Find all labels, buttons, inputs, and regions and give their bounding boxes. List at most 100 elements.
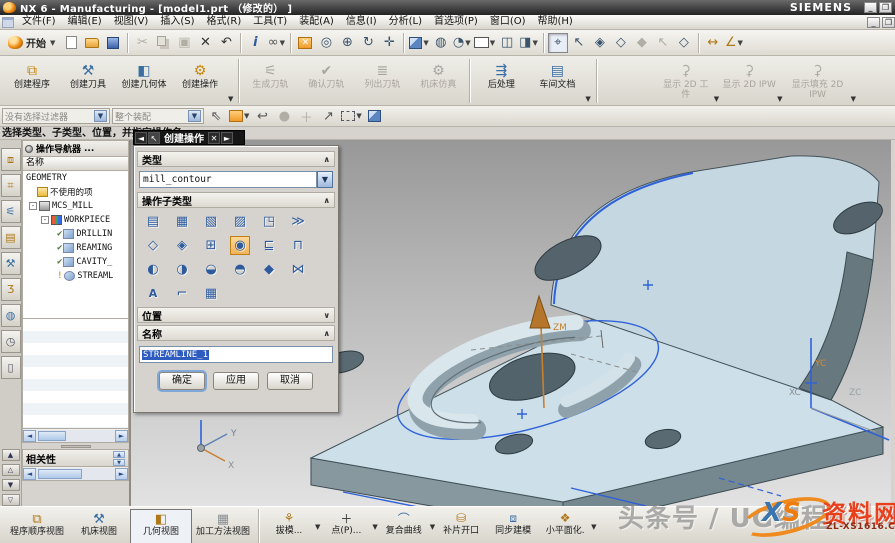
close-icon[interactable]: ✕ bbox=[208, 132, 220, 144]
scroll-up-icon[interactable]: ▲ bbox=[113, 451, 125, 458]
dependencies-header[interactable]: 相关性 ▲ ▼ bbox=[22, 449, 129, 467]
section-type[interactable]: 类型 ∧ bbox=[137, 151, 335, 167]
scroll-left-icon[interactable]: ◄ bbox=[23, 468, 36, 480]
navigator-header[interactable]: 操作导航器 ... bbox=[22, 140, 129, 157]
subtype-icon-r3c6[interactable]: ⋈ bbox=[288, 260, 308, 279]
verify-toolpath-button[interactable]: ✔ 确认刀轨 bbox=[298, 59, 354, 103]
tree-item-streamline[interactable]: ! STREAML bbox=[23, 269, 128, 283]
show-2d-workpiece-button[interactable]: ⚳ 显示 2D 工件 bbox=[658, 59, 714, 103]
cut-button[interactable]: ✂ bbox=[132, 33, 152, 53]
tree-item-cavity[interactable]: ✔ CAVITY_ bbox=[23, 255, 128, 269]
subtype-icon-r3c1[interactable]: ◐ bbox=[143, 260, 163, 279]
machine-simulation-button[interactable]: ⚙ 机床仿真 bbox=[410, 59, 466, 103]
internet-explorer-button[interactable]: ◍ bbox=[1, 304, 21, 327]
chevron-down-icon[interactable]: ▼ bbox=[585, 95, 590, 103]
menu-view[interactable]: 视图(V) bbox=[108, 15, 155, 29]
subtype-icon-r3c5[interactable]: ◆ bbox=[259, 260, 279, 279]
information-button[interactable]: i bbox=[245, 33, 265, 53]
scroll-thumb[interactable] bbox=[38, 469, 82, 479]
solid-select-button[interactable] bbox=[365, 106, 385, 126]
subtype-icon-r3c4[interactable]: ◓ bbox=[230, 260, 250, 279]
ok-button[interactable]: 确定 bbox=[159, 372, 205, 390]
undo-button[interactable]: ↶ bbox=[216, 33, 236, 53]
snap-intersect-button[interactable]: ◇ bbox=[674, 33, 694, 53]
patch-opening-button[interactable]: ⛁ 补片开口 bbox=[435, 509, 487, 543]
create-tool-button[interactable]: ⚒ 创建刀具 bbox=[60, 59, 116, 103]
scroll-thumb[interactable] bbox=[38, 431, 66, 441]
subtype-icon-r2c3[interactable]: ⊞ bbox=[201, 236, 221, 255]
paste-button[interactable]: ▣ bbox=[174, 33, 194, 53]
menu-edit[interactable]: 编辑(E) bbox=[62, 15, 108, 29]
scroll-down-icon[interactable]: ▼ bbox=[113, 459, 125, 466]
constraint-navigator-button[interactable]: ⌗ bbox=[1, 174, 21, 197]
chevron-down-icon[interactable]: ▼ bbox=[228, 95, 233, 103]
background-button[interactable]: ▼ bbox=[473, 33, 496, 53]
history-button[interactable]: ◷ bbox=[1, 330, 21, 353]
tree-item-unused[interactable]: 不使用的项 bbox=[23, 185, 128, 199]
list-toolpath-button[interactable]: ≣ 列出刀轨 bbox=[354, 59, 410, 103]
machine-tool-navigator-button[interactable]: ⚒ bbox=[1, 252, 21, 275]
hide-component-button[interactable]: ● bbox=[274, 106, 294, 126]
resource-scroll-top-button[interactable]: ▲ bbox=[2, 449, 20, 461]
navigator-more-button[interactable]: ... bbox=[84, 144, 94, 154]
copy-button[interactable] bbox=[153, 33, 173, 53]
quick-pick-button[interactable]: ◈ bbox=[590, 33, 610, 53]
selection-filter-combo[interactable]: 没有选择过滤器 ▼ bbox=[2, 108, 110, 124]
resource-scroll-up-button[interactable]: △ bbox=[2, 464, 20, 476]
type-combo[interactable]: mill_contour bbox=[139, 171, 317, 188]
tree-item-geometry[interactable]: GEOMETRY bbox=[23, 171, 128, 185]
navigator-hscrollbar[interactable]: ◄ ► bbox=[22, 429, 129, 443]
pick-arrow-button[interactable]: ↗ bbox=[318, 106, 338, 126]
menu-format[interactable]: 格式(R) bbox=[201, 15, 248, 29]
chevron-down-icon[interactable]: ▼ bbox=[851, 95, 856, 103]
tree-item-workpiece[interactable]: - WORKPIECE bbox=[23, 213, 128, 227]
menu-assemblies[interactable]: 装配(A) bbox=[293, 15, 340, 29]
snap-mid-button[interactable]: ◇ bbox=[611, 33, 631, 53]
chevron-down-icon[interactable]: ▼ bbox=[714, 95, 719, 103]
subtype-icon-r1c2[interactable]: ▦ bbox=[172, 212, 192, 231]
composite-curve-button[interactable]: ⌒ 复合曲线 bbox=[378, 509, 430, 543]
subtype-icon-r3c3[interactable]: ◒ bbox=[201, 260, 221, 279]
tab-next-icon[interactable]: ► bbox=[221, 132, 233, 144]
collapse-icon[interactable]: - bbox=[29, 202, 37, 210]
create-geometry-button[interactable]: ◧ 创建几何体 bbox=[116, 59, 172, 103]
highlight-button[interactable]: ▼ bbox=[228, 106, 250, 126]
generate-toolpath-button[interactable]: ⚟ 生成刀轨 bbox=[242, 59, 298, 103]
subtype-icon-r4c3[interactable]: ▦ bbox=[201, 284, 221, 303]
tree-item-mcs-mill[interactable]: - MCS_MILL bbox=[23, 199, 128, 213]
subtype-icon-r2c1[interactable]: ◇ bbox=[143, 236, 163, 255]
subtype-icon-r4c2[interactable]: ⌐ bbox=[172, 284, 192, 303]
add-component-button[interactable]: ＋ bbox=[296, 106, 316, 126]
subtype-icon-r1c1[interactable]: ▤ bbox=[143, 212, 163, 231]
machining-method-view-button[interactable]: ▦ 加工方法视图 bbox=[192, 509, 254, 543]
menu-file[interactable]: 文件(F) bbox=[16, 15, 62, 29]
new-file-button[interactable] bbox=[61, 33, 81, 53]
menu-tools[interactable]: 工具(T) bbox=[247, 15, 293, 29]
shop-documentation-button[interactable]: ▤ 车间文档 bbox=[529, 59, 585, 103]
cancel-button[interactable]: 取消 bbox=[267, 372, 313, 390]
tab-prev-icon[interactable]: ◄ bbox=[135, 132, 147, 144]
machine-tool-view-button[interactable]: ⚒ 机床视图 bbox=[68, 509, 130, 543]
menu-help[interactable]: 帮助(H) bbox=[532, 15, 579, 29]
select-lasso-button[interactable]: ↖ bbox=[569, 33, 589, 53]
apply-button[interactable]: 应用 bbox=[213, 372, 259, 390]
subtype-icon-r1c3[interactable]: ▧ bbox=[201, 212, 221, 231]
chevron-down-icon[interactable]: ▼ bbox=[591, 523, 596, 531]
palette-button[interactable]: ▯ bbox=[1, 356, 21, 379]
facet-button[interactable]: ❖ 小平面化. bbox=[539, 509, 591, 543]
doc-minimize-button[interactable]: _ bbox=[867, 17, 880, 28]
dependencies-hscrollbar[interactable]: ◄ ► bbox=[22, 467, 129, 481]
wireframe-display-button[interactable]: ◍ bbox=[431, 33, 451, 53]
menu-information[interactable]: 信息(I) bbox=[340, 15, 383, 29]
chevron-down-icon[interactable]: ▼ bbox=[777, 95, 782, 103]
assembly-navigator-button[interactable]: ⧈ bbox=[1, 148, 21, 171]
fit-view-button[interactable]: ✕ bbox=[295, 33, 315, 53]
clip-section-button[interactable]: ◫ bbox=[497, 33, 517, 53]
show-filled-2d-ipw-button[interactable]: ⚳ 显示填充 2D IPW bbox=[785, 59, 851, 103]
operation-name-input[interactable]: STREAMLINE_1 bbox=[139, 346, 333, 363]
subtype-icon-r4c1[interactable]: A bbox=[143, 284, 163, 303]
view-orientation-button[interactable]: ◔▼ bbox=[452, 33, 472, 53]
title-bar[interactable]: NX 6 - Manufacturing - [model1.prt （修改的）… bbox=[0, 0, 895, 15]
pan-view-button[interactable]: ✛ bbox=[379, 33, 399, 53]
point-button[interactable]: ＋ 点(P)... bbox=[320, 509, 372, 543]
